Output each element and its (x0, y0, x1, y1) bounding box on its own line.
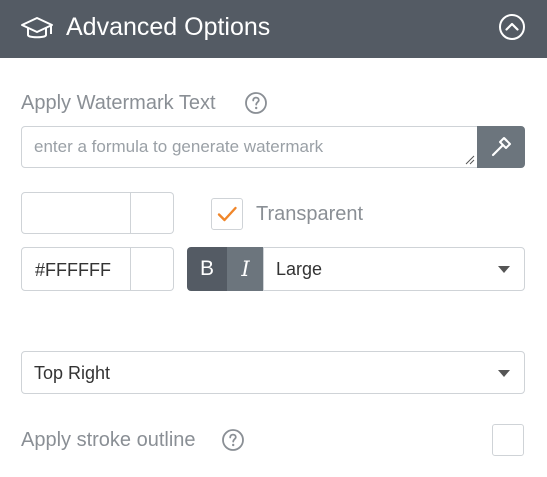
help-icon[interactable] (244, 91, 268, 115)
formula-builder-button[interactable] (477, 126, 525, 168)
caret-down-icon (498, 266, 510, 273)
panel-title: Advanced Options (66, 13, 271, 41)
position-select[interactable]: Top Right (21, 351, 525, 394)
size-select-value: Large (276, 259, 323, 279)
bold-button[interactable]: B (187, 247, 227, 291)
position-select-value: Top Right (34, 363, 111, 383)
color-swatch[interactable] (131, 247, 174, 291)
caret-down-icon (498, 370, 510, 377)
italic-button[interactable]: I (227, 247, 264, 291)
graduation-cap-icon (21, 17, 53, 39)
advanced-options-header[interactable]: Advanced Options (0, 0, 547, 58)
size-select[interactable]: Large (263, 247, 525, 291)
font-size-unit[interactable] (131, 192, 174, 234)
help-icon[interactable] (221, 428, 245, 452)
checkmark-icon (217, 206, 237, 222)
watermark-label: Apply Watermark Text (21, 92, 216, 114)
transparent-checkbox[interactable] (211, 198, 243, 230)
font-size-input[interactable] (21, 192, 131, 234)
resize-grip-icon[interactable] (465, 155, 475, 165)
color-hex-input[interactable]: #FFFFFF (21, 247, 131, 291)
chevron-up-circle-icon[interactable] (498, 13, 526, 41)
stroke-outline-label: Apply stroke outline (21, 429, 196, 451)
watermark-formula-field[interactable] (21, 126, 478, 168)
transparent-label: Transparent (256, 203, 364, 225)
hammer-icon (491, 137, 511, 157)
watermark-formula-input[interactable] (22, 127, 477, 167)
stroke-outline-checkbox[interactable] (492, 424, 524, 456)
